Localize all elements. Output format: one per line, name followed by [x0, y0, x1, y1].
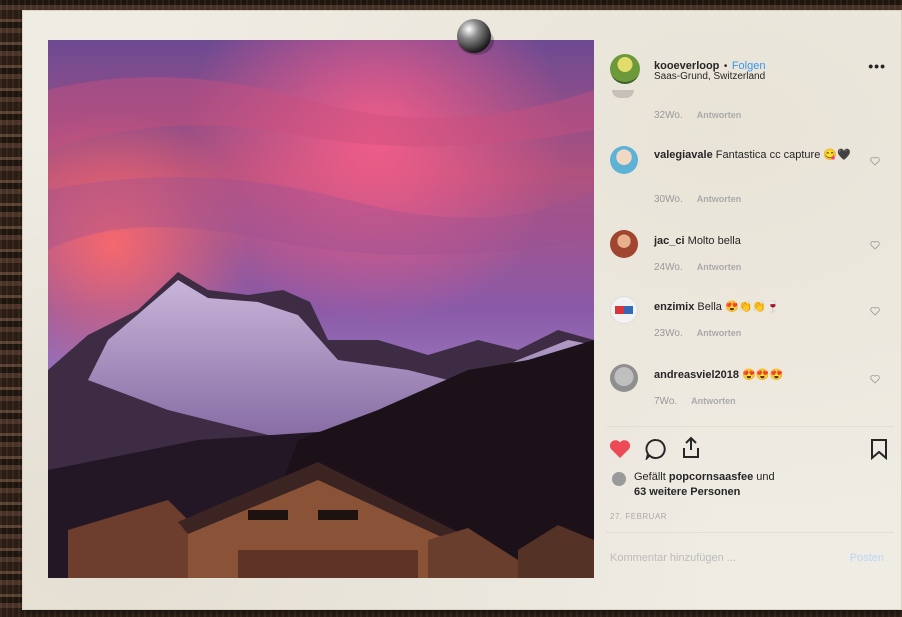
comment-avatar[interactable]: [610, 296, 638, 324]
mountain-photo: [48, 40, 594, 578]
avatar[interactable]: [610, 54, 640, 84]
likes-conj: und: [756, 471, 775, 483]
comment-item: valegiavale Fantastica cc capture 😋🖤 30W…: [606, 144, 894, 214]
comment-meta: 30Wo. Antworten: [654, 194, 741, 205]
comment-body: Fantastica cc capture 😋🖤: [715, 149, 851, 161]
comment-item: jac_ci Molto bella 24Wo. Antworten: [606, 228, 894, 288]
like-comment-icon[interactable]: [870, 306, 880, 316]
comment-username[interactable]: jac_ci: [654, 235, 685, 247]
like-comment-icon[interactable]: [870, 374, 880, 384]
comment-body: Molto bella: [687, 235, 741, 247]
reply-button[interactable]: Antworten: [697, 328, 742, 338]
comment-text: jac_ci Molto bella: [654, 234, 864, 248]
likes-prefix: Gefällt: [634, 471, 666, 483]
add-comment-input[interactable]: Kommentar hinzufügen ...: [610, 552, 736, 564]
comment-username[interactable]: enzimix: [654, 301, 694, 313]
divider: [606, 532, 894, 533]
comment-text: valegiavale Fantastica cc capture 😋🖤: [654, 148, 864, 162]
comment-body: Bella 😍👏👏🍷: [697, 301, 780, 313]
comment-text: andreasviel2018 😍😍😍: [654, 368, 864, 382]
comment-age: 7Wo.: [654, 396, 678, 407]
liker-avatar[interactable]: [612, 472, 626, 486]
comment-item: enzimix Bella 😍👏👏🍷 23Wo. Antworten: [606, 294, 894, 354]
reply-button[interactable]: Antworten: [697, 262, 742, 272]
divider: [606, 426, 894, 427]
comment-text: enzimix Bella 😍👏👏🍷: [654, 300, 864, 314]
comment-meta: 32Wo. Antworten: [654, 110, 741, 121]
liker-username[interactable]: popcornsaasfee: [669, 471, 753, 483]
reply-button[interactable]: Antworten: [697, 194, 742, 204]
likes-others-link[interactable]: 63 weitere Personen: [634, 486, 740, 498]
comment-avatar[interactable]: [612, 90, 634, 98]
reply-button[interactable]: Antworten: [691, 396, 736, 406]
comment-avatar[interactable]: [610, 364, 638, 392]
comment-item: andreasviel2018 😍😍😍 7Wo. Antworten: [606, 362, 894, 422]
pushpin-icon: [457, 19, 494, 55]
comment-icon[interactable]: [644, 438, 668, 460]
comment-age: 24Wo.: [654, 262, 683, 273]
like-comment-icon[interactable]: [870, 156, 880, 166]
comment-avatar[interactable]: [610, 146, 638, 174]
more-options-icon[interactable]: •••: [868, 58, 886, 74]
comment-item: 32Wo. Antworten: [606, 88, 894, 128]
comment-age: 23Wo.: [654, 328, 683, 339]
comment-meta: 7Wo. Antworten: [654, 396, 736, 407]
comment-age: 30Wo.: [654, 194, 683, 205]
post-comment-button[interactable]: Posten: [850, 552, 884, 564]
comment-meta: 23Wo. Antworten: [654, 328, 741, 339]
bookmark-icon[interactable]: [870, 438, 888, 460]
share-icon[interactable]: [680, 436, 702, 460]
like-comment-icon[interactable]: [870, 240, 880, 250]
post-photo[interactable]: [48, 40, 594, 578]
enzimix-logo-icon: [615, 306, 633, 314]
comment-age: 32Wo.: [654, 110, 683, 121]
post-sidebar: kooeverloop • Folgen Saas-Grund, Switzer…: [606, 48, 894, 588]
comment-username[interactable]: valegiavale: [654, 149, 713, 161]
comment-username[interactable]: andreasviel2018: [654, 369, 739, 381]
reply-button[interactable]: Antworten: [697, 110, 742, 120]
comment-meta: 24Wo. Antworten: [654, 262, 741, 273]
like-heart-icon[interactable]: [608, 438, 632, 460]
post-location[interactable]: Saas-Grund, Switzerland: [654, 71, 765, 82]
comment-body: 😍😍😍: [742, 369, 784, 381]
comment-avatar[interactable]: [610, 230, 638, 258]
post-date: 27. FEBRUAR: [610, 512, 668, 521]
post-actions: [606, 436, 894, 466]
